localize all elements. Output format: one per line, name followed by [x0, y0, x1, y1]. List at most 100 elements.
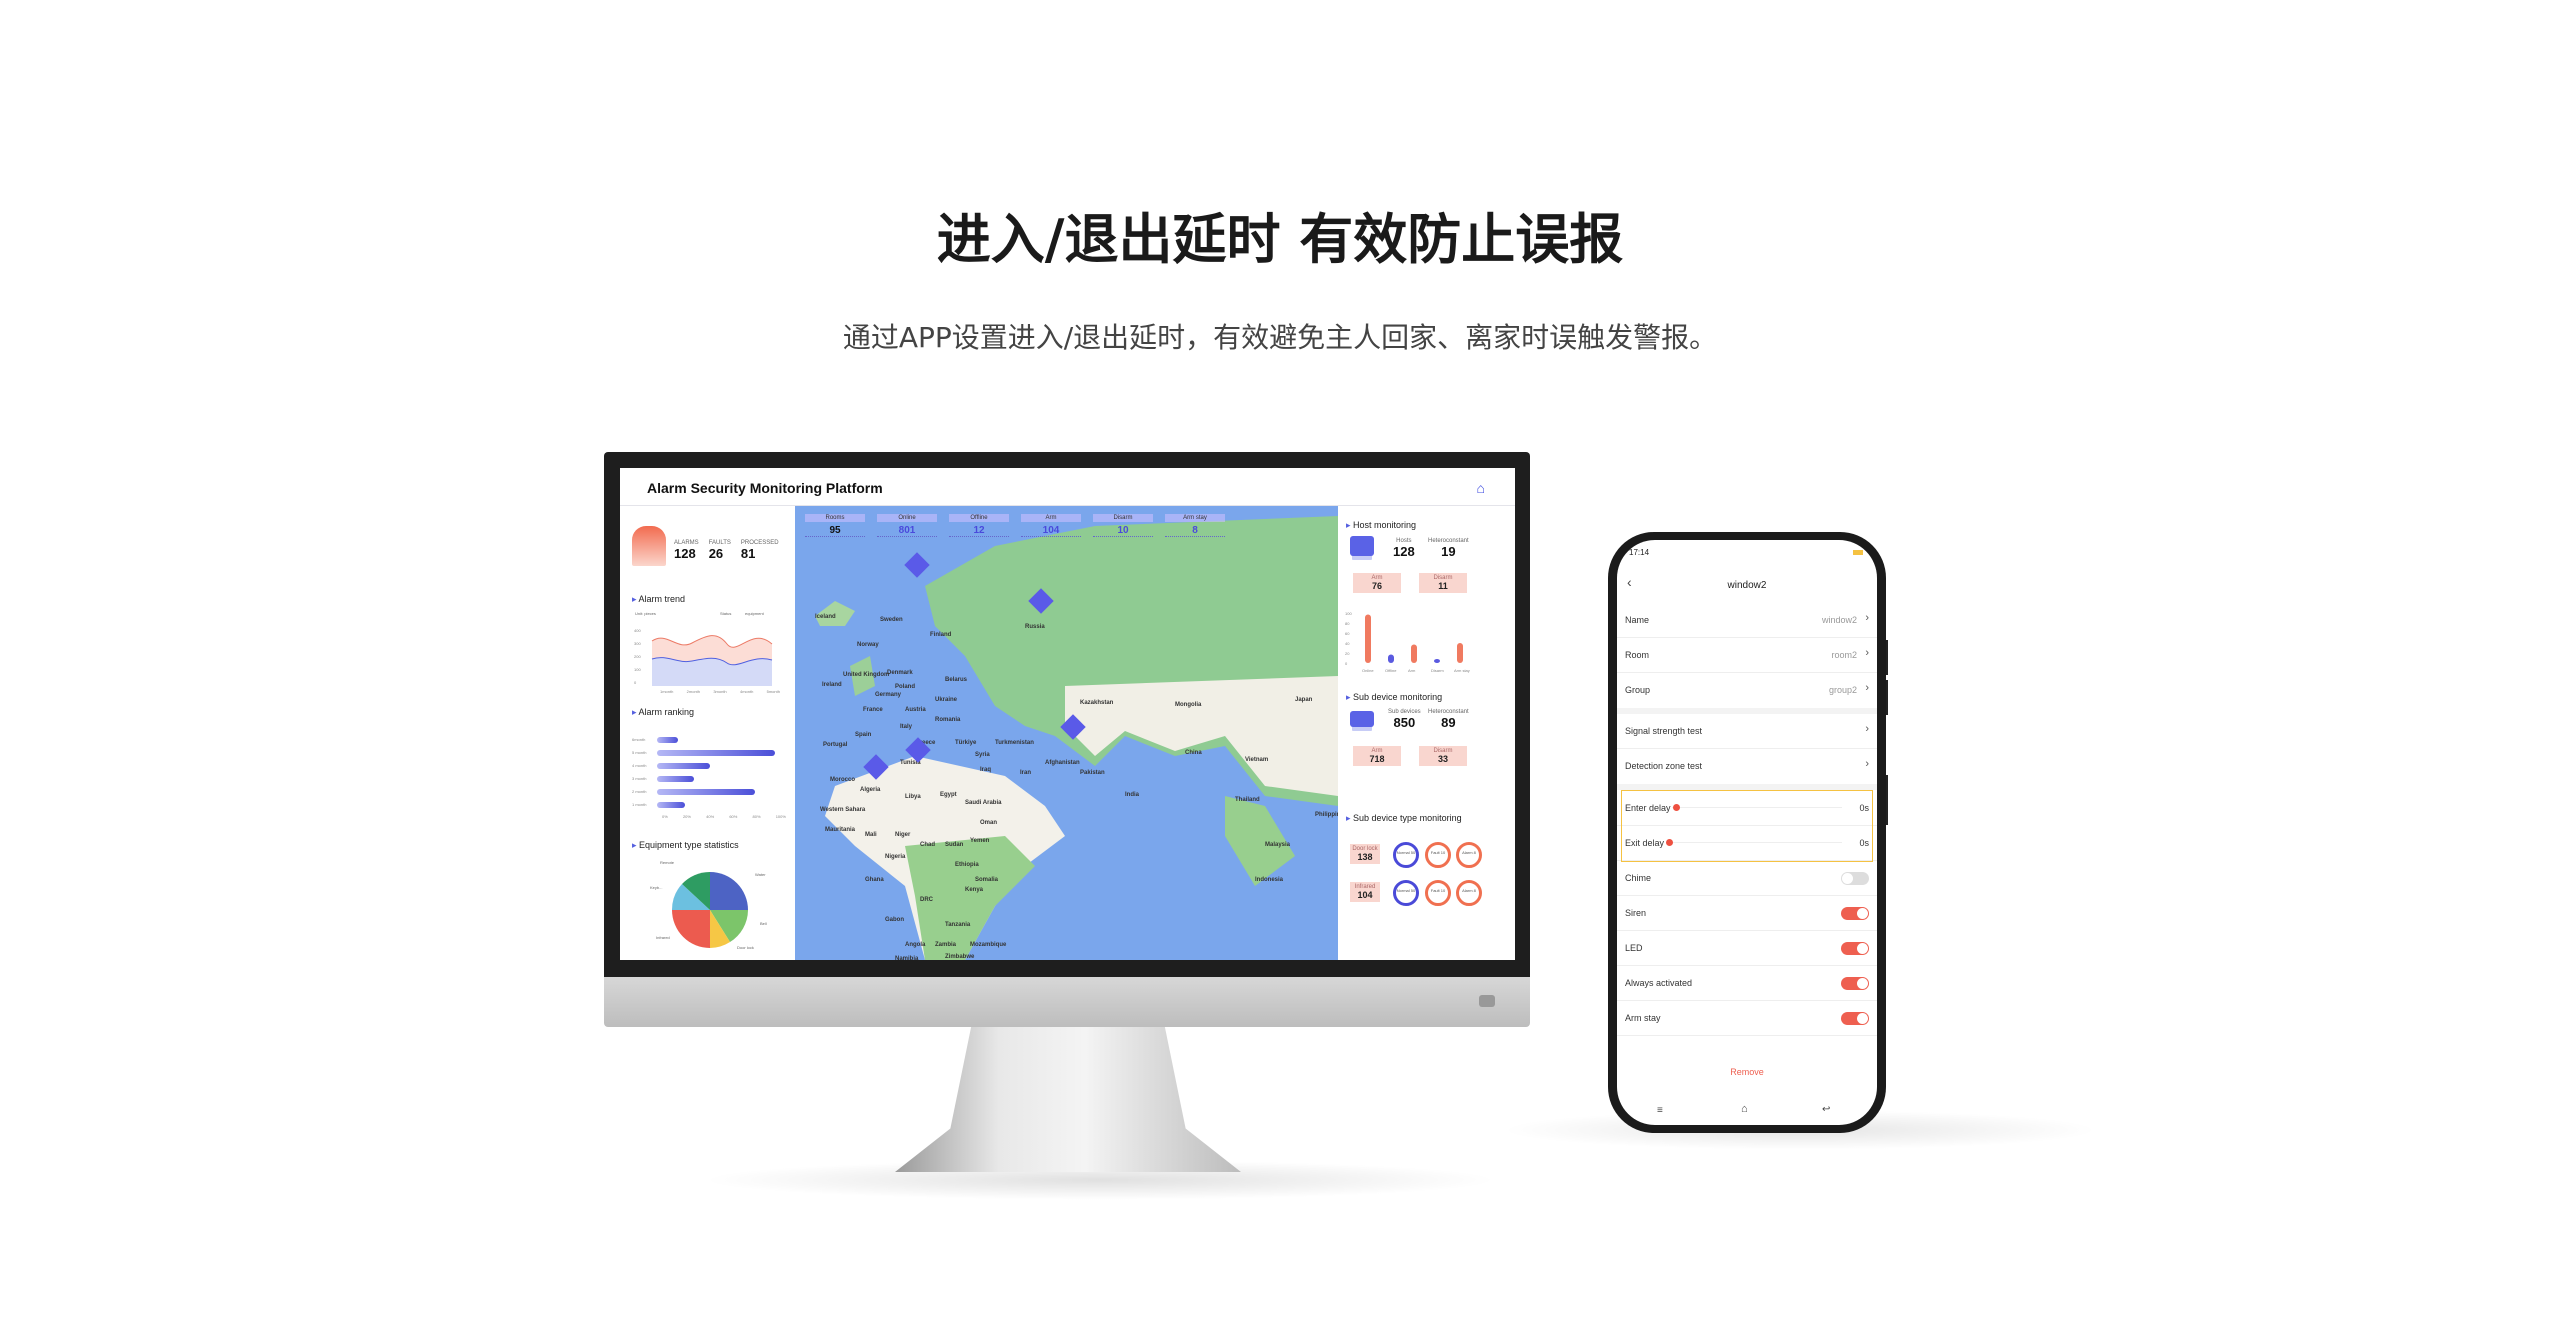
equipment-title: Equipment type statistics [632, 840, 739, 851]
remove-button[interactable]: Remove [1617, 1067, 1877, 1077]
map-stat-label: Offline [949, 514, 1009, 522]
normal-ring: Normal 50 [1393, 880, 1419, 906]
slider-handle[interactable] [1666, 839, 1673, 846]
group-row[interactable]: Group group2 › [1617, 673, 1877, 708]
name-value: window2 [1821, 615, 1857, 625]
enter-delay-label: Enter delay [1625, 803, 1671, 813]
alarm-ranking-chart: 6month 5 month 4 month 3 month 2 month 1 mont… [632, 735, 792, 813]
chevron-right-icon: › [1865, 647, 1869, 659]
country-label: Kenya [965, 887, 984, 893]
x-tick: Arm [1408, 668, 1416, 673]
sub-devices-value: 850 [1393, 715, 1416, 730]
enter-delay-slider[interactable] [1672, 807, 1842, 808]
map-stat: Disarm 10 [1093, 514, 1153, 537]
host-disarm-box: Disarm 11 [1419, 573, 1467, 593]
country-label: Turkmenistan [995, 740, 1034, 746]
world-map[interactable]: Rooms 95 Online 801 Offline 12 Arm 104 Disarm 10 A… [795, 506, 1338, 960]
ranking-bar [657, 789, 755, 795]
sub-device-type-title: Sub device type monitoring [1346, 813, 1462, 824]
exit-delay-slider[interactable] [1667, 842, 1842, 843]
host-bar-chart: 100 80 60 40 20 0 Online Offline Arm Disarm Arm st… [1345, 611, 1470, 673]
country-label: Morocco [830, 777, 856, 783]
country-label: Mozambique [970, 942, 1007, 948]
exit-delay-label: Exit delay [1625, 838, 1665, 848]
ranking-row: 3 month [632, 774, 792, 787]
signal-strength-row[interactable]: Signal strength test › [1617, 714, 1877, 749]
y-tick: 100 [634, 667, 641, 672]
y-tick: 80 [1345, 621, 1350, 626]
sub-hetero-stat: Heteroconstant 89 [1428, 709, 1469, 730]
enter-delay-row: Enter delay 0s [1617, 791, 1877, 826]
home-icon[interactable]: ⌂ [1477, 480, 1485, 496]
exit-delay-value: 0s [1859, 838, 1869, 848]
map-stat: Arm stay 8 [1165, 514, 1225, 537]
arm-stay-toggle[interactable] [1841, 1012, 1869, 1025]
country-label: Chad [920, 842, 935, 848]
alarm-ring: Alarm 8 [1456, 842, 1482, 868]
country-label: Germany [875, 692, 902, 698]
country-label: Egypt [940, 792, 957, 798]
map-stat-label: Disarm [1093, 514, 1153, 522]
country-label: Philippines [1315, 812, 1338, 818]
country-label: Ghana [865, 877, 884, 883]
back-nav-icon[interactable]: ↩ [1822, 1104, 1830, 1115]
country-label: Iraq [980, 767, 992, 773]
map-stat: Online 801 [877, 514, 937, 537]
siren-toggle[interactable] [1841, 907, 1869, 920]
detection-zone-row[interactable]: Detection zone test › [1617, 749, 1877, 784]
y-tick: 100 [1345, 611, 1352, 616]
led-label: LED [1625, 943, 1643, 953]
always-activated-toggle[interactable] [1841, 977, 1869, 990]
led-toggle[interactable] [1841, 942, 1869, 955]
pie-slice-water [710, 872, 748, 910]
country-label: Mauritania [825, 827, 856, 833]
country-label: Ukraine [935, 697, 958, 703]
disarm-value: 33 [1437, 754, 1448, 764]
y-tick: 400 [634, 628, 641, 633]
ranking-label: 1 month [632, 802, 647, 807]
y-tick: 300 [634, 641, 641, 646]
type-value: 104 [1357, 890, 1373, 900]
menu-nav-icon[interactable]: ≡ [1657, 1105, 1663, 1116]
map-stat-value: 10 [1093, 525, 1153, 537]
slider-handle[interactable] [1673, 804, 1680, 811]
ranking-label: 3 month [632, 776, 647, 781]
country-label: Pakistan [1080, 770, 1105, 776]
faults-value: 26 [708, 546, 724, 561]
alarm-ring: Alarm 8 [1456, 880, 1482, 906]
phone-screen: 17:14 ‹ window2 Name window2 › Room room2 › … [1617, 540, 1877, 1125]
chime-toggle[interactable] [1841, 872, 1869, 885]
sub-device-monitoring-title: Sub device monitoring [1346, 692, 1442, 703]
type-box: Infrared 104 [1350, 882, 1380, 902]
hosts-value: 128 [1393, 544, 1415, 559]
section-divider [1617, 784, 1877, 790]
room-label: Room [1625, 650, 1650, 660]
country-label: Mongolia [1175, 702, 1202, 708]
hetero-value: 19 [1441, 544, 1456, 559]
country-label: Romania [935, 717, 961, 723]
monitor-stand [895, 1027, 1241, 1172]
country-label: Gabon [885, 917, 904, 923]
pie-label: Door lock [737, 945, 754, 950]
map-stat: Arm 104 [1021, 514, 1081, 537]
alarm-ranking-title: Alarm ranking [632, 707, 695, 718]
processed-value: 81 [740, 546, 756, 561]
home-nav-icon[interactable]: ⌂ [1741, 1103, 1748, 1115]
country-label: Algeria [860, 787, 881, 793]
ranking-row: 6month [632, 735, 792, 748]
country-label: Western Sahara [820, 807, 866, 813]
room-row[interactable]: Room room2 › [1617, 638, 1877, 673]
led-row: LED [1617, 931, 1877, 966]
country-label: Yemen [970, 838, 990, 844]
country-label: Mali [865, 832, 877, 838]
alarm-summary: ALARMS 128 FAULTS 26 PROCESSED 81 [674, 540, 779, 561]
country-label: Türkiye [955, 740, 977, 746]
country-label: United Kingdom [843, 672, 890, 678]
country-label: Iran [1020, 770, 1032, 776]
sub-arm-box: Arm 718 [1353, 746, 1401, 766]
country-label: Spain [855, 732, 872, 738]
name-row[interactable]: Name window2 › [1617, 603, 1877, 638]
pie-label: Remote [660, 860, 675, 865]
x-tick: 5month [766, 689, 780, 694]
siren-row: Siren [1617, 896, 1877, 931]
